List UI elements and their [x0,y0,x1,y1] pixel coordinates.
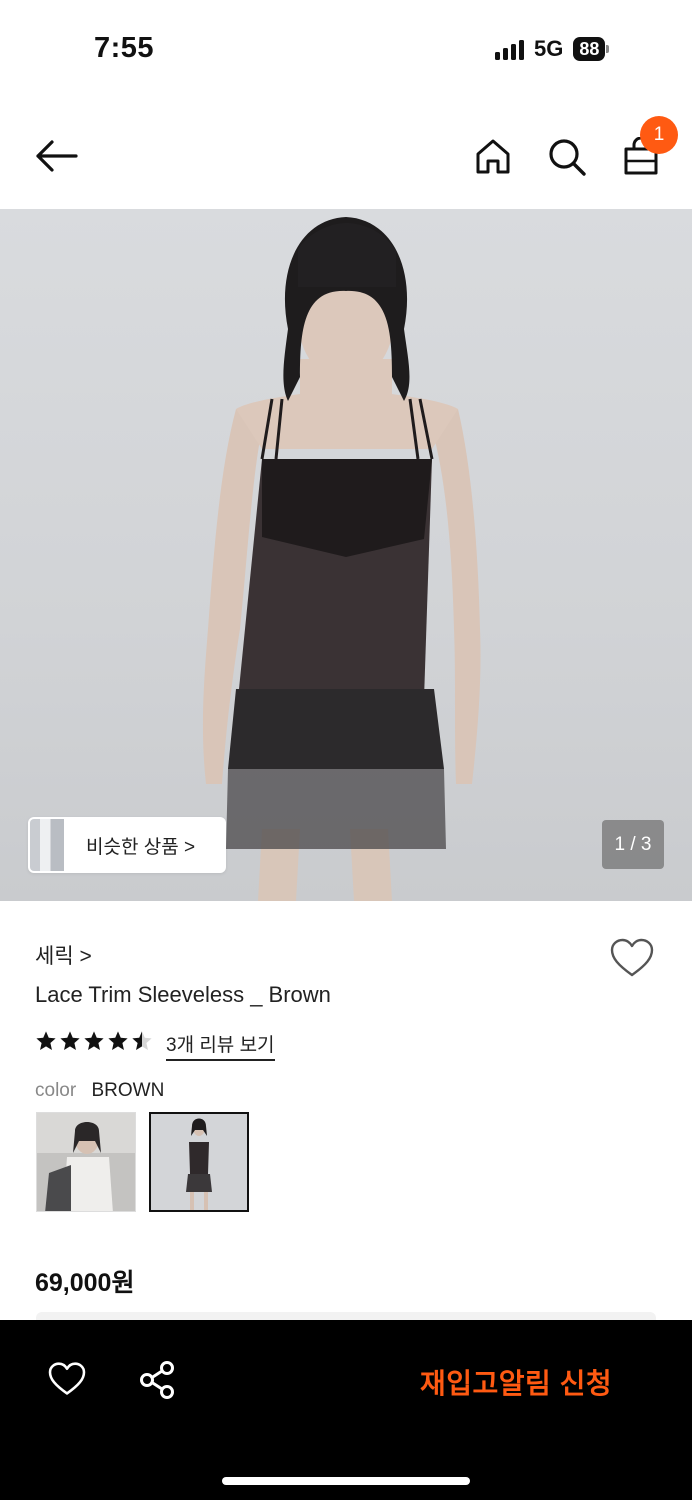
heart-icon [610,938,654,977]
color-swatch-white[interactable] [36,1112,136,1212]
battery-level: 88 [573,37,606,61]
color-label: color [35,1080,77,1101]
brand-link[interactable]: 세릭 > [35,940,92,970]
back-arrow-icon [36,140,78,172]
cart-count-badge: 1 [640,116,678,154]
white-variant-thumbnail [37,1113,135,1211]
bottom-action-bar [0,1320,692,1500]
home-button[interactable] [474,137,512,180]
star-icon [108,1031,128,1050]
signal-icon [495,38,524,60]
color-swatch-brown[interactable] [149,1112,249,1212]
rating-stars [35,1030,153,1052]
color-value: BROWN [91,1080,165,1101]
status-time: 7:55 [94,32,155,64]
product-title: Lace Trim Sleeveless _ Brown [35,982,331,1007]
search-icon [549,139,586,176]
half-star-icon [132,1031,152,1050]
battery-icon: 88 [573,37,610,61]
share-button[interactable] [138,1360,176,1405]
status-indicators: 5G 88 [495,36,610,62]
home-indicator [222,1477,470,1485]
star-icon [36,1031,56,1050]
bottom-wishlist-button[interactable] [48,1362,86,1401]
share-icon [140,1361,174,1399]
product-main-image[interactable] [0,209,692,901]
reviews-link[interactable]: 3개 리뷰 보기 [166,1030,275,1061]
similar-products-thumbnail [30,819,64,871]
brown-variant-thumbnail [151,1114,247,1210]
model-photo [202,217,481,901]
star-icon [84,1031,104,1050]
network-label: 5G [534,36,564,61]
restock-alert-button[interactable]: 재입고알림 신청 [420,1362,612,1402]
search-button[interactable] [547,137,587,182]
wishlist-button[interactable] [610,938,654,983]
home-icon [476,139,510,174]
heart-icon [48,1362,86,1395]
star-icon [60,1031,80,1050]
back-button[interactable] [34,138,78,179]
color-row: color BROWN [35,1080,164,1102]
similar-products-button[interactable]: 비슷한 상품 > [28,817,226,873]
similar-products-label: 비슷한 상품 > [86,836,196,858]
product-price: 69,000원 [35,1269,135,1297]
image-counter: 1 / 3 [602,820,664,869]
